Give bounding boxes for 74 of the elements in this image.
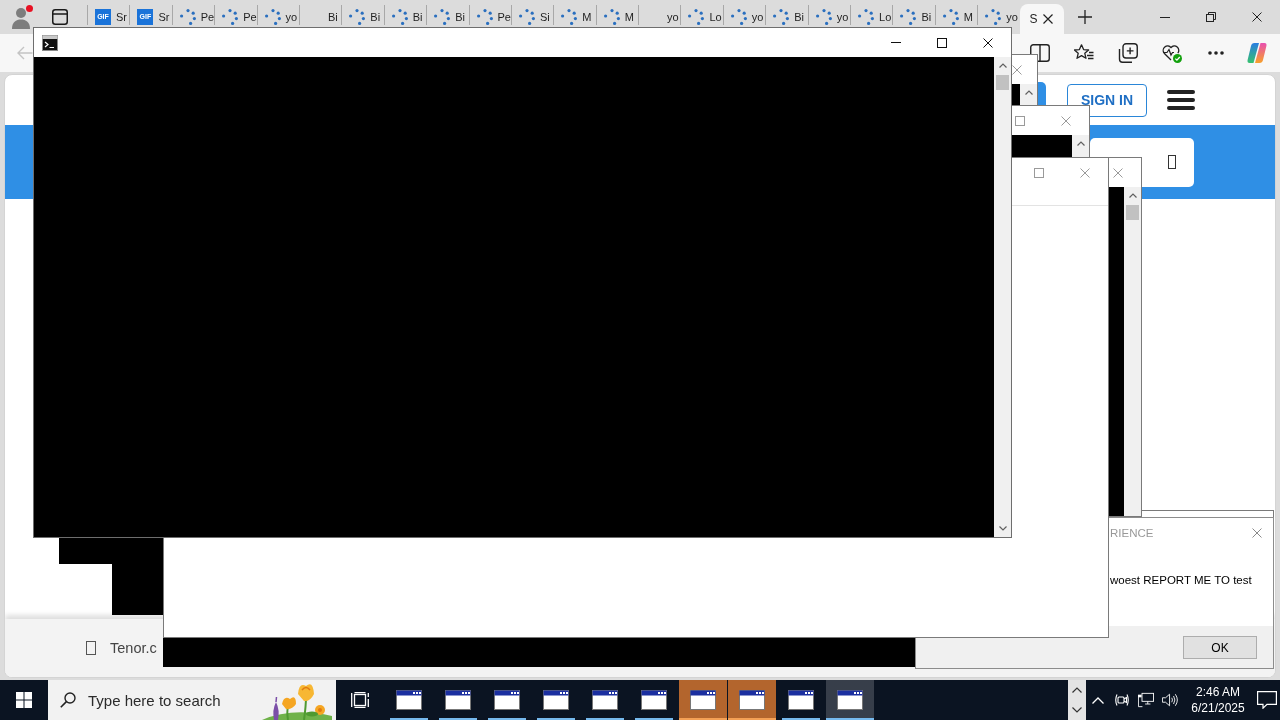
loading-spinner-icon — [349, 8, 366, 25]
taskbar-app-button[interactable] — [826, 680, 874, 720]
loading-spinner-icon — [179, 8, 196, 25]
scrollbar[interactable] — [1124, 187, 1141, 516]
terminal-icon — [42, 34, 58, 51]
loading-spinner-icon — [603, 8, 620, 25]
browser-tab[interactable]: S — [1019, 4, 1064, 34]
window-icon — [592, 690, 618, 710]
avatar-icon[interactable] — [11, 5, 33, 29]
menu-icon[interactable] — [1167, 90, 1195, 110]
network-icon[interactable] — [1138, 692, 1154, 708]
chevron-down-icon[interactable] — [998, 526, 1007, 531]
clock-date[interactable]: 6/21/2025 — [1191, 700, 1245, 716]
window-icon — [739, 690, 765, 710]
camera-icon[interactable] — [1114, 692, 1130, 708]
loading-spinner-icon — [985, 8, 1002, 25]
window-icon — [543, 690, 569, 710]
loading-spinner-icon — [518, 8, 535, 25]
scrollbar-thumb[interactable] — [1126, 205, 1139, 220]
ok-button[interactable]: OK — [1183, 636, 1257, 659]
tabs-icon[interactable] — [52, 9, 68, 25]
scrollbar[interactable] — [994, 57, 1011, 537]
scrollbar-thumb[interactable] — [996, 75, 1009, 90]
scrollbar[interactable] — [1072, 135, 1089, 157]
window-icon — [788, 690, 814, 710]
close-icon[interactable] — [1252, 12, 1262, 22]
loading-spinner-icon — [900, 8, 917, 25]
clock-time[interactable]: 2:46 AM — [1196, 684, 1240, 700]
restore-icon[interactable] — [1206, 12, 1216, 22]
loading-spinner-icon — [561, 8, 578, 25]
loading-spinner-icon — [942, 8, 959, 25]
window-icon — [494, 690, 520, 710]
volume-icon[interactable] — [1162, 692, 1178, 708]
plus-icon[interactable] — [1077, 10, 1092, 24]
heart-check-icon[interactable] — [1162, 43, 1182, 63]
taskbar-app-button[interactable] — [728, 680, 776, 720]
glyph-box-icon — [86, 641, 96, 655]
loading-spinner-icon — [815, 8, 832, 25]
more-icon[interactable] — [1208, 51, 1224, 55]
loading-spinner-icon — [434, 8, 451, 25]
loading-spinner-icon — [476, 8, 493, 25]
loading-spinner-icon — [730, 8, 747, 25]
search-box[interactable]: Type here to search — [48, 680, 336, 720]
search-field[interactable]: Type here to search — [88, 691, 262, 709]
search-icon — [60, 692, 76, 708]
chevron-down-icon[interactable] — [1072, 707, 1082, 713]
task-view-icon[interactable] — [351, 692, 369, 708]
window-icon — [445, 690, 471, 710]
maximize-icon[interactable] — [937, 37, 947, 48]
scrollbar[interactable] — [1020, 84, 1037, 105]
loading-spinner-icon — [391, 8, 408, 25]
close-icon[interactable] — [1042, 14, 1053, 24]
loading-spinner-icon — [264, 8, 281, 25]
copilot-icon[interactable] — [1247, 43, 1267, 63]
window-icon — [641, 690, 667, 710]
taskbar-app-button[interactable] — [679, 680, 727, 720]
chevron-up-icon[interactable] — [1072, 687, 1082, 693]
window-icon — [837, 690, 863, 710]
loading-spinner-icon — [858, 8, 875, 25]
minimize-icon[interactable] — [1160, 16, 1170, 18]
windows-logo-icon[interactable] — [16, 692, 32, 708]
dialog-title: RIENCE — [1110, 526, 1155, 539]
dialog-message: woest REPORT ME TO test — [1110, 574, 1252, 586]
window-icon — [396, 690, 422, 710]
glyph-box-icon — [1168, 155, 1176, 169]
loading-spinner-icon — [688, 8, 705, 25]
close-icon[interactable] — [983, 37, 993, 48]
split-screen-icon[interactable] — [1030, 43, 1050, 63]
notification-icon[interactable] — [1257, 691, 1277, 709]
loading-spinner-icon — [773, 8, 790, 25]
loading-spinner-icon — [222, 8, 239, 25]
site-name: Tenor.c — [110, 640, 157, 656]
collections-icon[interactable] — [1118, 43, 1138, 63]
window-icon — [690, 690, 716, 710]
